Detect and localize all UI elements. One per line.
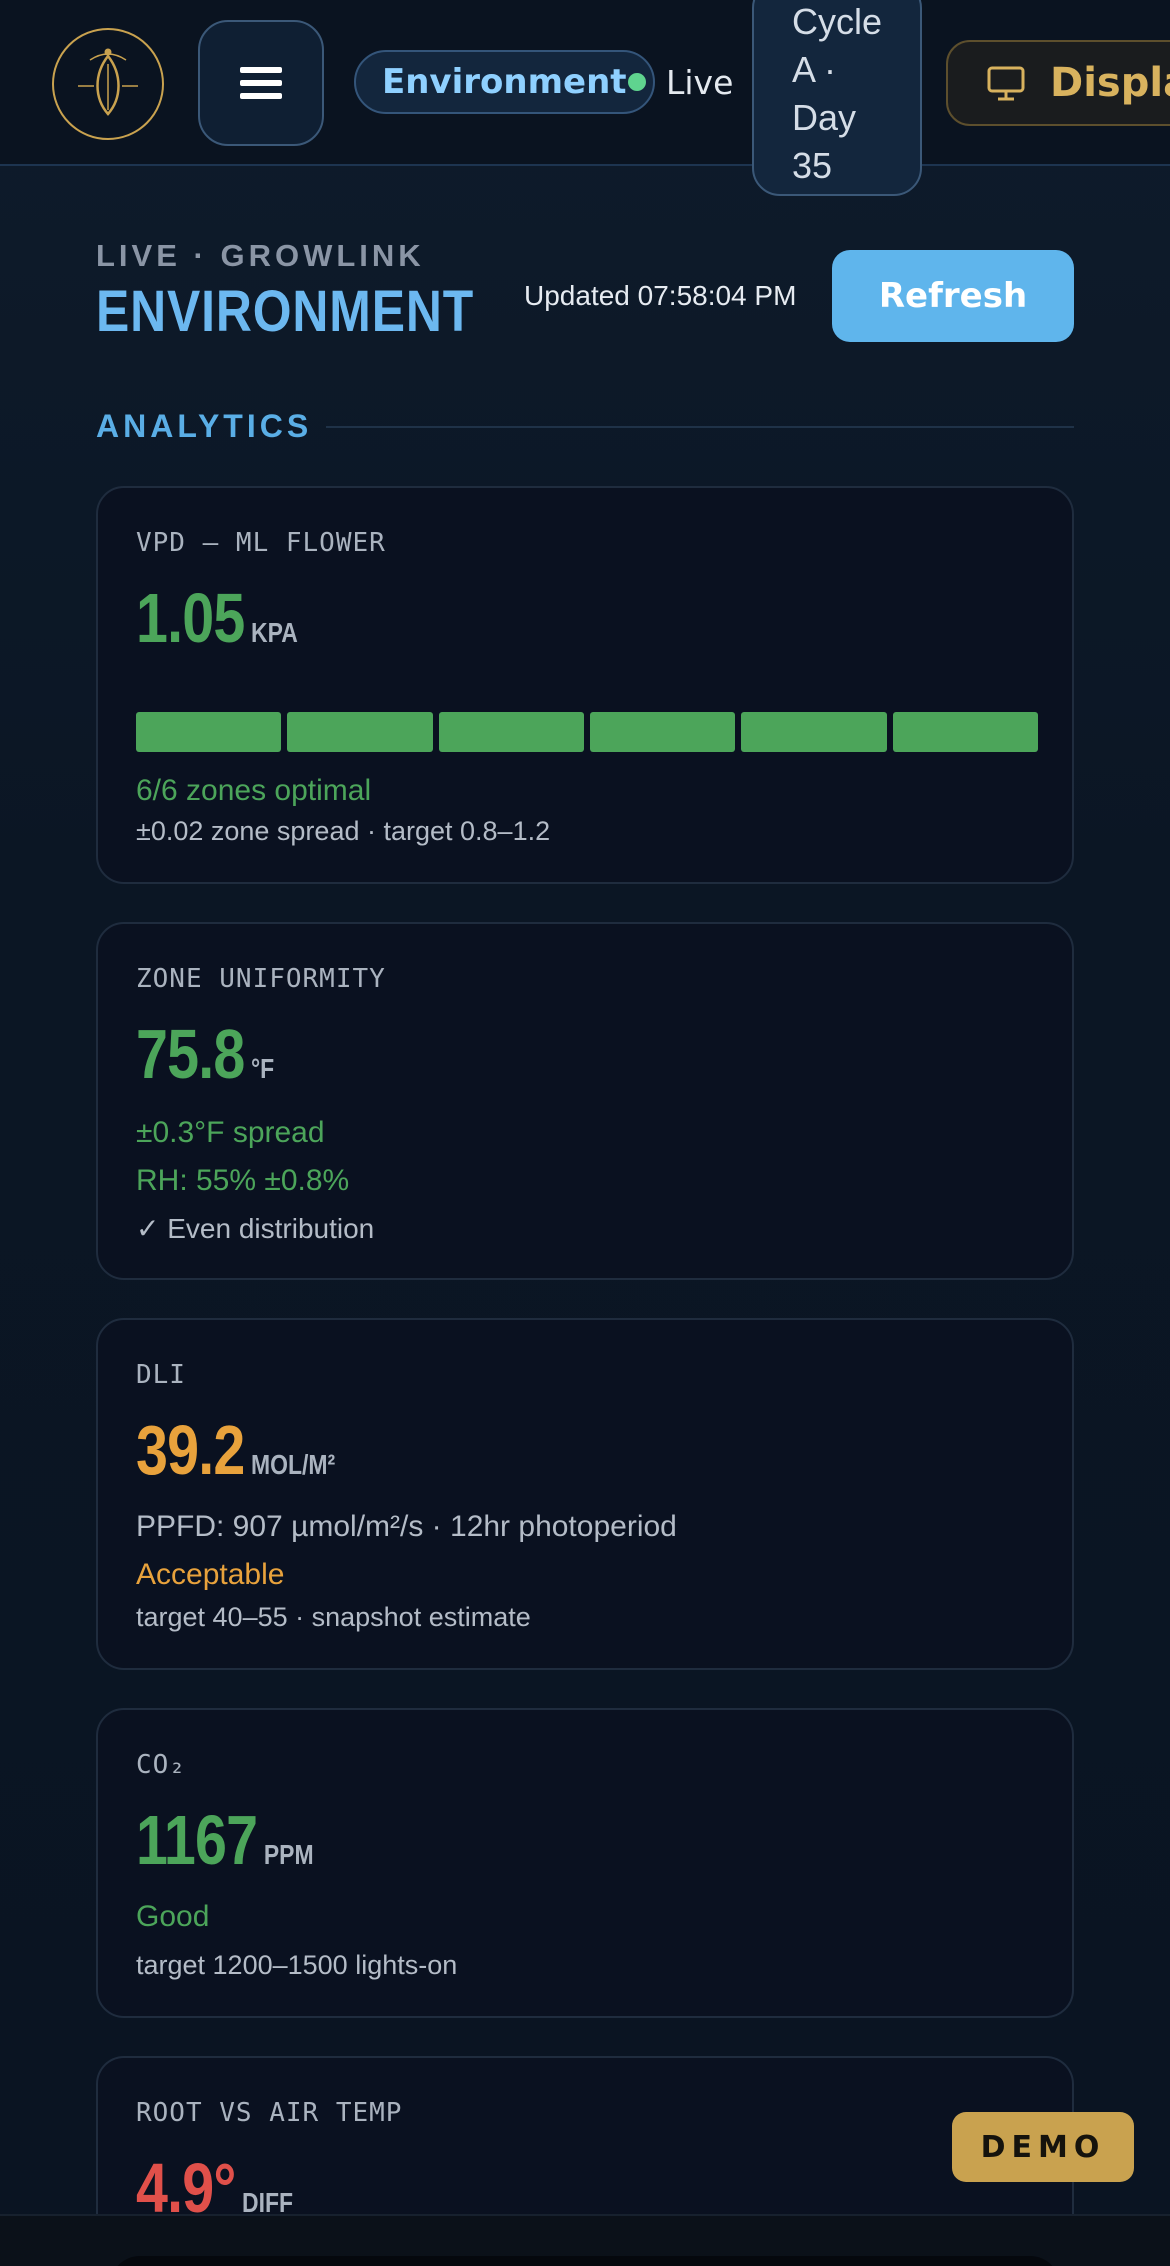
brand-logo[interactable] [52, 28, 164, 140]
zone-status-bar [136, 712, 1038, 752]
refresh-button[interactable]: Refresh [832, 250, 1074, 342]
co2-unit: PPM [263, 1839, 314, 1870]
card-label: DLI [136, 1360, 186, 1390]
cycle-line: A · [792, 49, 837, 90]
uniformity-value: 75.8 °F [136, 1014, 274, 1094]
zone-segment [892, 712, 1038, 752]
co2-status: Good [136, 1900, 210, 1933]
section-pill[interactable]: Environment [354, 50, 655, 114]
zone-segment [438, 712, 584, 752]
menu-button[interactable] [198, 20, 324, 146]
cycle-badge[interactable]: Cycle A · Day 35 [752, 0, 922, 196]
ppfd-readout: PPFD: 907 µmol/m²/s · 12hr photoperiod [136, 1510, 677, 1543]
zone-segment [287, 712, 433, 752]
next-card-edge [110, 2256, 1060, 2266]
co2-detail: target 1200–1500 lights-on [136, 1950, 458, 1980]
section-divider [326, 426, 1074, 428]
demo-badge[interactable]: DEMO [952, 2112, 1134, 2182]
zone-segment [136, 712, 282, 752]
distribution-text: Even distribution [167, 1213, 375, 1244]
live-dot-icon [628, 73, 646, 91]
leaf-logo-icon [78, 48, 138, 116]
vpd-card[interactable]: VPD — ML FLOWER 1.05 KPA 6/6 zones optima… [96, 486, 1074, 884]
uniformity-unit: °F [251, 1053, 275, 1084]
card-label: ZONE UNIFORMITY [136, 964, 386, 994]
updated-timestamp: Updated 07:58:04 PM [524, 280, 797, 311]
zone-segment [741, 712, 887, 752]
page-title: ENVIRONMENT [96, 279, 475, 344]
top-bar: Environment Live Cycle A · Day 35 Displa… [0, 0, 1170, 196]
vpd-value: 1.05 KPA [136, 578, 298, 658]
vpd-detail: ±0.02 zone spread · target 0.8–1.2 [136, 816, 551, 846]
cycle-line: Day [792, 97, 857, 138]
check-icon: ✓ [136, 1213, 160, 1244]
live-indicator: Live [628, 60, 733, 104]
zone-segment [589, 712, 736, 752]
temp-spread: ±0.3°F spread [136, 1116, 325, 1149]
co2-value: 1167 PPM [136, 1800, 314, 1880]
monitor-icon [987, 66, 1025, 101]
uniformity-card[interactable]: ZONE UNIFORMITY 75.8 °F ±0.3°F spread RH:… [96, 922, 1074, 1280]
page-kicker: LIVE · GROWLINK [96, 238, 425, 273]
dli-card[interactable]: DLI 39.2 MOL/M² PPFD: 907 µmol/m²/s · 12h… [96, 1318, 1074, 1670]
vpd-status: 6/6 zones optimal [136, 774, 372, 807]
card-label: CO₂ [136, 1750, 186, 1780]
dli-detail: target 40–55 · snapshot estimate [136, 1602, 531, 1632]
card-label: ROOT VS AIR TEMP [136, 2098, 403, 2128]
cycle-line: 35 [792, 145, 833, 186]
display-button[interactable]: Display [946, 40, 1170, 126]
distribution-note: ✓ Even distribution [136, 1212, 374, 1245]
section-heading: ANALYTICS [96, 408, 313, 444]
dli-status: Acceptable [136, 1558, 285, 1591]
co2-card[interactable]: CO₂ 1167 PPM Good target 1200–1500 lights… [96, 1708, 1074, 2018]
uniformity-number: 75.8 [136, 1015, 245, 1093]
vpd-number: 1.05 [136, 579, 245, 657]
display-label: Display [1050, 60, 1170, 106]
hamburger-icon [240, 60, 282, 106]
bottom-edge [0, 2214, 1170, 2266]
humidity-spread: RH: 55% ±0.8% [136, 1164, 350, 1197]
co2-number: 1167 [136, 1801, 258, 1879]
live-label: Live [666, 62, 734, 102]
vpd-unit: KPA [251, 617, 298, 648]
card-label: VPD — ML FLOWER [136, 528, 386, 558]
dli-value: 39.2 MOL/M² [136, 1410, 335, 1490]
cycle-line: Cycle [792, 1, 883, 42]
dli-number: 39.2 [136, 1411, 245, 1489]
dli-unit: MOL/M² [251, 1449, 336, 1480]
